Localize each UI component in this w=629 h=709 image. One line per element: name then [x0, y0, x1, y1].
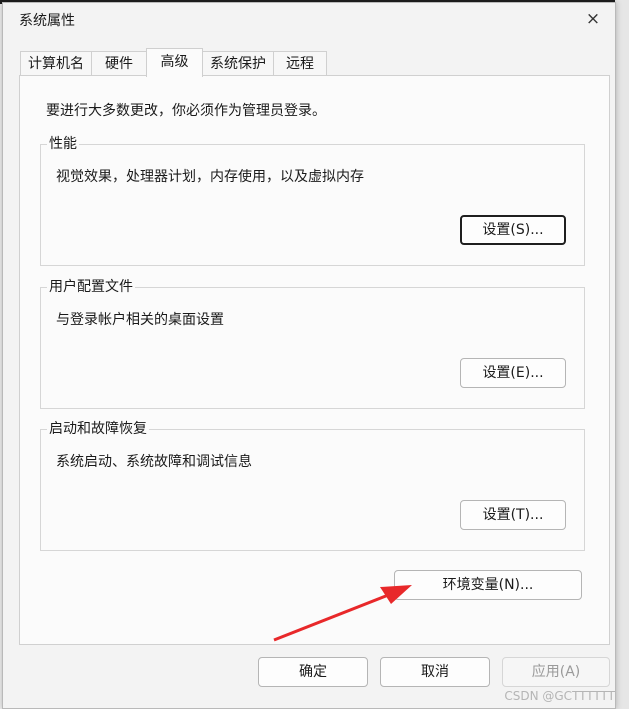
advanced-tab-panel: 要进行大多数更改，你必须作为管理员登录。 性能 视觉效果，处理器计划，内存使用，… [19, 75, 610, 645]
ok-button[interactable]: 确定 [258, 657, 368, 687]
apply-button[interactable]: 应用(A) [502, 657, 610, 687]
user-profiles-group: 用户配置文件 与登录帐户相关的桌面设置 设置(E)... [40, 279, 585, 409]
performance-desc: 视觉效果，处理器计划，内存使用，以及虚拟内存 [56, 169, 364, 185]
tab-advanced[interactable]: 高级 [146, 48, 203, 77]
user-profiles-settings-button[interactable]: 设置(E)... [460, 358, 566, 388]
user-profiles-desc: 与登录帐户相关的桌面设置 [56, 312, 224, 328]
watermark: CSDN @GCTTTTTT [504, 689, 615, 703]
environment-variables-button[interactable]: 环境变量(N)... [394, 570, 582, 600]
background-window-right [615, 0, 629, 709]
close-icon[interactable]: × [579, 6, 607, 32]
performance-settings-button[interactable]: 设置(S)... [460, 215, 566, 245]
tab-hardware[interactable]: 硬件 [91, 51, 147, 76]
title-bar: 系统属性 × [3, 3, 615, 35]
system-properties-dialog: 系统属性 × 计算机名 硬件 高级 系统保护 远程 要进行大多数更改，你必须作为… [2, 2, 616, 709]
cancel-button[interactable]: 取消 [380, 657, 490, 687]
startup-recovery-desc: 系统启动、系统故障和调试信息 [56, 454, 252, 470]
window-title: 系统属性 [19, 13, 75, 29]
tab-computer-name[interactable]: 计算机名 [20, 51, 92, 76]
performance-group: 性能 视觉效果，处理器计划，内存使用，以及虚拟内存 设置(S)... [40, 136, 585, 266]
admin-notice: 要进行大多数更改，你必须作为管理员登录。 [46, 103, 326, 119]
user-profiles-group-title: 用户配置文件 [47, 279, 135, 295]
startup-recovery-settings-button[interactable]: 设置(T)... [460, 500, 566, 530]
startup-recovery-group: 启动和故障恢复 系统启动、系统故障和调试信息 设置(T)... [40, 421, 585, 551]
startup-recovery-group-title: 启动和故障恢复 [47, 421, 149, 437]
tab-system-protection[interactable]: 系统保护 [202, 51, 274, 76]
tab-remote[interactable]: 远程 [273, 51, 327, 76]
performance-group-title: 性能 [47, 136, 79, 152]
